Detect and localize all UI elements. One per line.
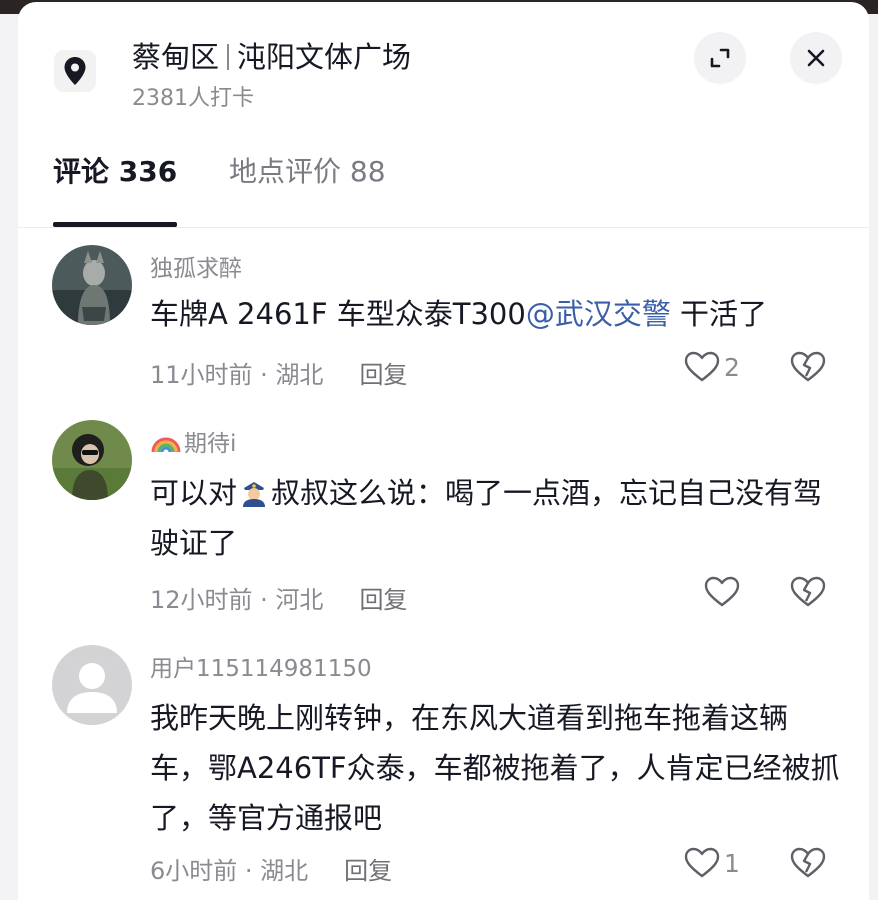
dislike-button[interactable] [790,576,826,612]
broken-heart-icon [790,351,826,382]
comment-username[interactable]: 独孤求醉 [150,249,242,283]
checkin-count: 2381人打卡 [132,86,254,111]
comment-item: 独孤求醉 车牌A 2461F 车型众泰T300@武汉交警 干活了 11小时前 ·… [18,245,869,395]
comment-time: 12小时前 [150,586,253,614]
like-button[interactable]: 1 [684,847,740,879]
tab-place-reviews[interactable]: 地点评价 88 [229,150,386,190]
reply-button[interactable]: 回复 [359,361,407,389]
meta-separator: · [252,586,276,614]
close-button[interactable] [790,32,842,84]
comment-text: 车牌A 2461F 车型众泰T300@武汉交警 干活了 [150,289,840,339]
close-icon [807,49,825,67]
comment-time: 6小时前 [150,857,238,885]
comment-text-part: 干活了 [670,297,768,331]
like-button[interactable] [704,576,744,608]
heart-icon [684,847,720,878]
broken-heart-icon [790,847,826,878]
heart-icon [704,576,740,607]
comment-region: 湖北 [260,857,309,885]
comment-item: 期待i 可以对 叔叔这么说：喝了一点酒，忘记自己没有驾驶证了 12小时前 · 河… [18,420,869,620]
comment-mention-link[interactable]: @武汉交警 [526,297,671,331]
comment-username[interactable]: 用户115114981150 [150,649,372,683]
avatar[interactable] [52,645,132,725]
comment-text-part: 可以对 [150,476,238,510]
dislike-button[interactable] [790,351,826,387]
place-name: 沌阳文体广场 [237,40,412,74]
tab-comments[interactable]: 评论 336 [53,150,177,190]
title-separator [227,44,230,70]
rainbow-emoji [151,437,181,453]
header-divider [18,227,869,228]
comment-meta: 12小时前 · 河北 回复 [150,580,407,615]
comment-meta: 6小时前 · 湖北 回复 [150,851,392,886]
comment-username[interactable]: 期待i [150,424,236,458]
expand-icon [710,48,730,68]
location-title[interactable]: 蔡甸区 沌阳文体广场 [132,34,411,76]
comment-username-text: 期待i [184,431,237,457]
comment-region: 河北 [275,586,324,614]
sheet-header: 蔡甸区 沌阳文体广场 2381人打卡 评论 336 地点评价 88 [18,2,869,227]
dislike-button[interactable] [790,847,826,883]
like-count: 2 [724,352,740,382]
comment-region: 湖北 [275,361,324,389]
like-button[interactable]: 2 [684,351,740,383]
comment-meta: 11小时前 · 湖北 回复 [150,355,407,390]
location-pin-icon [54,50,96,92]
meta-separator: · [252,361,276,389]
comment-text: 我昨天晚上刚转钟，在东风大道看到拖车拖着这辆车，鄂A246TF众泰，车都被拖着了… [150,701,840,835]
police-officer-emoji [239,472,269,507]
reply-button[interactable]: 回复 [359,586,407,614]
broken-heart-icon [790,576,826,607]
district-name: 蔡甸区 [132,40,220,74]
comment-item: 用户115114981150 我昨天晚上刚转钟，在东风大道看到拖车拖着这辆车，鄂… [18,645,869,895]
comment-text: 可以对 叔叔这么说：喝了一点酒，忘记自己没有驾驶证了 [150,468,840,568]
avatar[interactable] [52,245,132,325]
like-count: 1 [724,848,740,878]
avatar[interactable] [52,420,132,500]
location-comments-sheet: 蔡甸区 沌阳文体广场 2381人打卡 评论 336 地点评价 88 独孤求醉 车… [18,2,869,900]
comment-text-part: 车牌A 2461F 车型众泰T300 [150,297,526,331]
heart-icon [684,351,720,382]
reply-button[interactable]: 回复 [344,857,392,885]
comment-time: 11小时前 [150,361,253,389]
expand-button[interactable] [694,32,746,84]
meta-separator: · [237,857,261,885]
